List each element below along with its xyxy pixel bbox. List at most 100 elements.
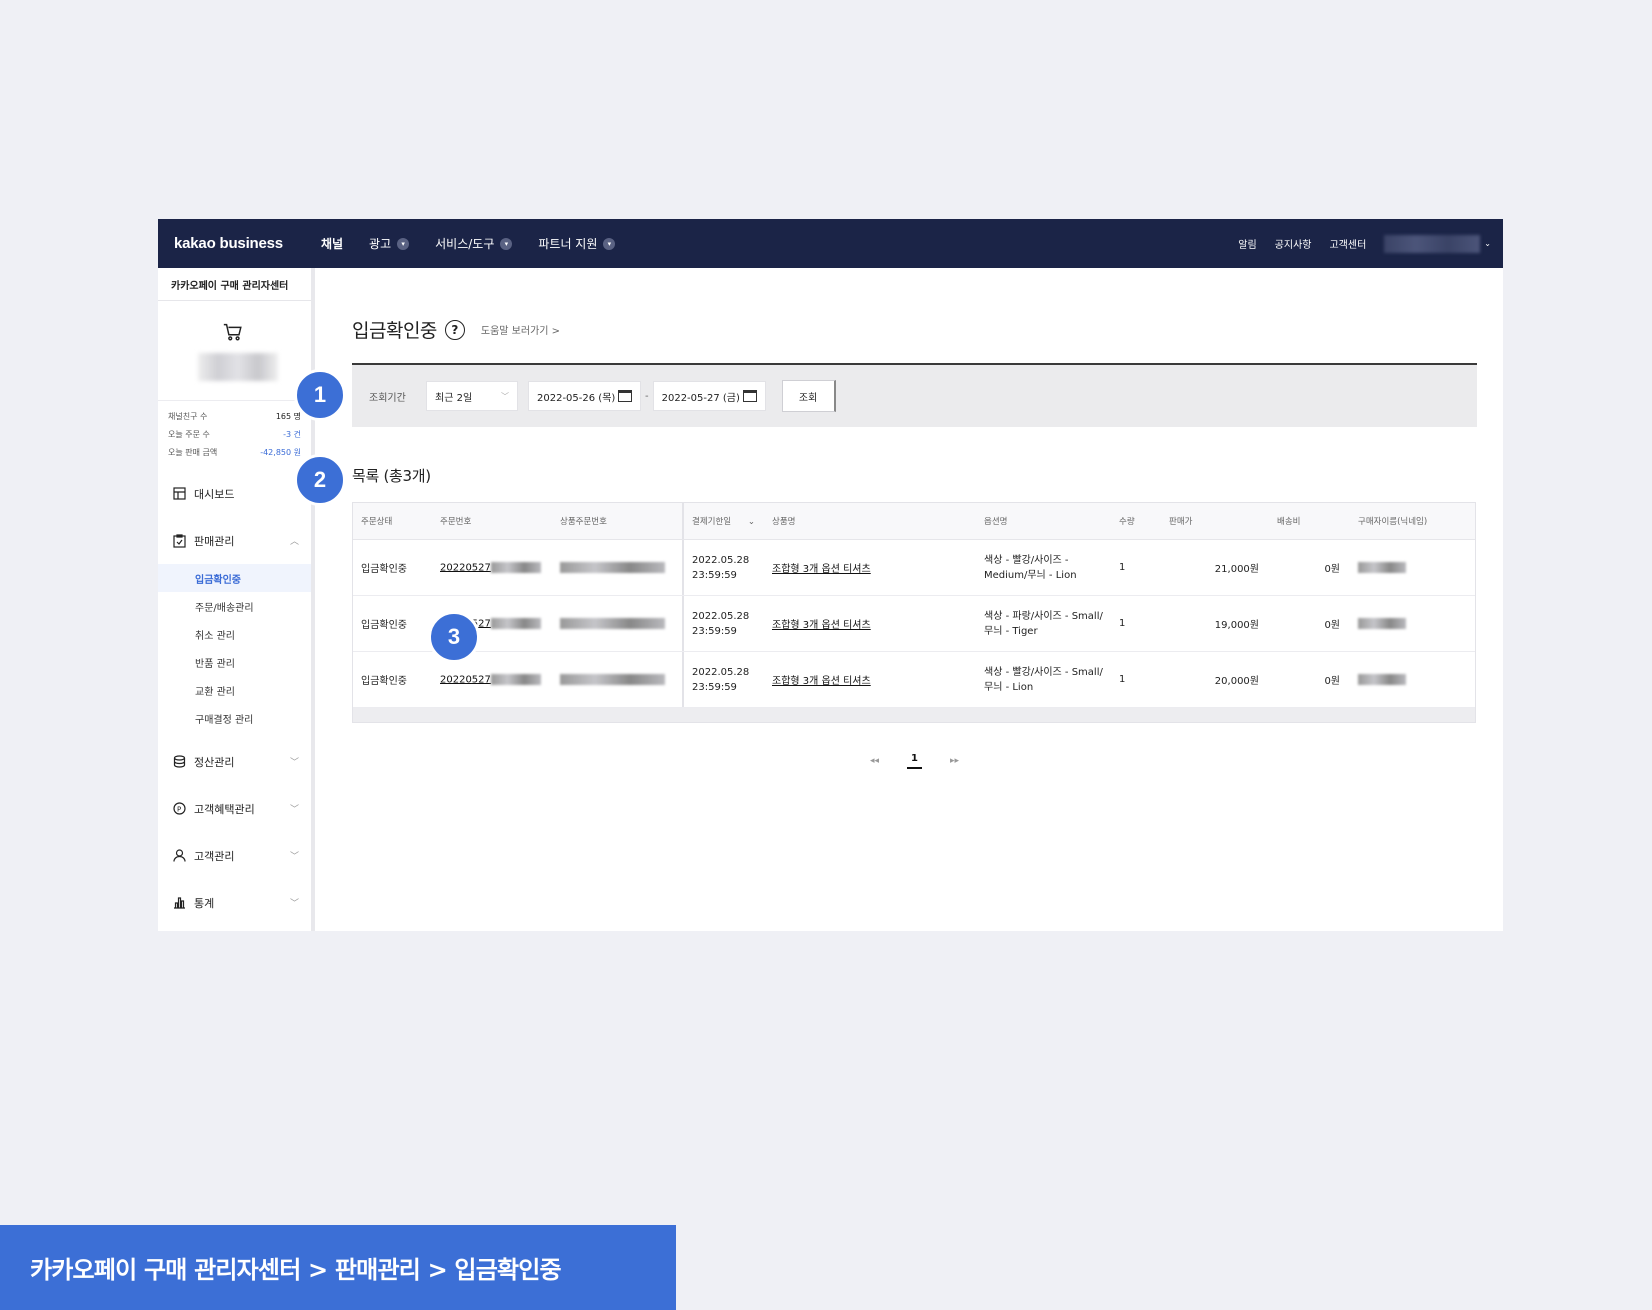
help-icon[interactable]: ? xyxy=(444,319,465,340)
product-name[interactable]: 조합형 3개 옵션 티셔츠 xyxy=(764,560,976,575)
nav-services-tools[interactable]: 서비스/도구 ▾ xyxy=(435,235,513,252)
option-name: 색상 - 파랑/사이즈 - Small/무늬 - Tiger xyxy=(984,610,1103,637)
end-date-picker[interactable]: 2022-05-27 (금) xyxy=(652,381,766,411)
sales-submenu: 입금확인중 주문/배송관리 취소 관리 반품 관리 교환 관리 구매결정 관리 xyxy=(158,564,311,738)
product-name[interactable]: 조합형 3개 옵션 티셔츠 xyxy=(764,616,976,631)
order-number[interactable]: 20220527 xyxy=(432,561,552,573)
order-status: 입금확인중 xyxy=(361,676,407,687)
table-row: 입금확인중 20220527 2022.05.2823:59:59 조합형 3개… xyxy=(353,540,1475,596)
page-number-current[interactable]: 1 xyxy=(907,753,922,769)
first-page-button[interactable]: ◂◂ xyxy=(870,756,879,766)
sidebar-item-settlement[interactable]: 정산관리 ﹀ xyxy=(158,738,311,785)
chevron-down-icon: ⌄ xyxy=(1484,239,1491,248)
sidebar-sub-exchange[interactable]: 교환 관리 xyxy=(158,676,311,704)
channel-profile xyxy=(158,301,311,401)
blurred-order-suffix xyxy=(490,673,541,685)
chevron-up-icon: ︿ xyxy=(289,537,299,547)
period-select[interactable]: 최근 2일 ﹀ xyxy=(426,381,518,411)
buyer-name xyxy=(1350,561,1475,574)
period-label: 조회기간 xyxy=(369,392,406,404)
sidebar-title: 카카오페이 구매 관리자센터 xyxy=(158,268,311,301)
product-name[interactable]: 조합형 3개 옵션 티셔츠 xyxy=(764,672,976,687)
sidebar-item-customer-benefit[interactable]: P 고객혜택관리 ﹀ xyxy=(158,785,311,832)
point-icon: P xyxy=(172,802,186,816)
blurred-buyer-name xyxy=(1358,617,1406,629)
account-menu[interactable]: ⌄ xyxy=(1384,234,1491,253)
clipboard-icon xyxy=(172,533,186,548)
breadcrumb-banner: 카카오페이 구매 관리자센터 > 판매관리 > 입금확인중 xyxy=(0,1225,676,1310)
orders-table: 주문상태 주문번호 상품주문번호 결제기한일 ⌄ 상품명 옵션명 수량 판매가 … xyxy=(352,502,1476,723)
buyer-name xyxy=(1350,617,1475,630)
col-price: 판매가 xyxy=(1169,517,1193,527)
table-row: 입금확인중 20220527 2022.05.2823:59:59 조합형 3개… xyxy=(353,652,1475,708)
col-option-name: 옵션명 xyxy=(984,517,1008,527)
sidebar-sub-order-shipping[interactable]: 주문/배송관리 xyxy=(158,592,311,620)
price: 20,000원 xyxy=(1214,676,1259,687)
sidebar-item-statistics[interactable]: 통계 ﹀ xyxy=(158,879,311,926)
sidebar-item-customer[interactable]: 고객관리 ﹀ xyxy=(158,832,311,879)
nav-channel[interactable]: 채널 xyxy=(321,235,343,252)
payment-deadline: 2022.05.28 23:59:59 xyxy=(692,554,750,581)
blurred-buyer-name xyxy=(1358,673,1406,685)
search-button[interactable]: 조회 xyxy=(781,380,836,412)
chevron-down-icon: ▾ xyxy=(397,237,410,250)
top-navigation-bar: kakao business 채널 광고 ▾ 서비스/도구 ▾ 파트너 지원 ▾ 알림… xyxy=(158,219,1503,268)
chevron-down-icon: ﹀ xyxy=(289,805,299,815)
quantity: 1 xyxy=(1119,618,1126,629)
dashboard-icon xyxy=(172,487,186,501)
nav-ads[interactable]: 광고 ▾ xyxy=(369,235,410,252)
calendar-icon xyxy=(618,390,632,402)
coin-stack-icon xyxy=(172,755,186,769)
buyer-name xyxy=(1350,673,1475,686)
product-order-number xyxy=(552,596,684,651)
product-order-number xyxy=(552,540,684,595)
col-order-number: 주문번호 xyxy=(440,517,472,527)
stat-sales-today: 오늘 판매 금액 -42,850 원 xyxy=(168,448,301,457)
step-badge-1: 1 xyxy=(294,369,346,421)
horizontal-scrollbar[interactable] xyxy=(353,708,1475,722)
person-icon xyxy=(172,849,186,863)
sidebar-item-dashboard[interactable]: 대시보드 xyxy=(158,470,311,517)
col-payment-deadline[interactable]: 결제기한일 ⌄ xyxy=(684,515,764,527)
nav-partner-support[interactable]: 파트너 지원 ▾ xyxy=(538,235,616,252)
option-name: 색상 - 빨강/사이즈 - Medium/무늬 - Lion xyxy=(984,554,1077,581)
kakao-business-logo[interactable]: kakao business xyxy=(174,235,283,252)
customer-center-link[interactable]: 고객센터 xyxy=(1329,236,1366,251)
col-product-name: 상품명 xyxy=(772,517,796,527)
start-date-picker[interactable]: 2022-05-26 (목) xyxy=(528,381,641,411)
search-filter-bar: 조회기간 최근 2일 ﹀ 2022-05-26 (목) - 2022-05-27… xyxy=(352,365,1477,427)
sidebar-sub-deposit-pending[interactable]: 입금확인중 xyxy=(158,564,311,592)
order-number[interactable]: 20220527 xyxy=(432,673,552,685)
sidebar-sub-purchase-decision[interactable]: 구매결정 관리 xyxy=(158,704,311,732)
last-page-button[interactable]: ▸▸ xyxy=(950,756,959,766)
blurred-channel-name xyxy=(198,353,278,381)
notifications-link[interactable]: 알림 xyxy=(1238,236,1256,251)
chevron-down-icon: ﹀ xyxy=(289,758,299,768)
admin-window: kakao business 채널 광고 ▾ 서비스/도구 ▾ 파트너 지원 ▾ 알림… xyxy=(158,219,1503,931)
notices-link[interactable]: 공지사항 xyxy=(1275,236,1312,251)
blurred-product-order-number xyxy=(560,618,665,629)
blurred-account-name xyxy=(1384,234,1481,253)
stat-friends: 채널친구 수 165 명 xyxy=(168,412,301,421)
sidebar-sub-return[interactable]: 반품 관리 xyxy=(158,648,311,676)
date-separator: - xyxy=(645,390,649,402)
order-status: 입금확인중 xyxy=(361,564,407,575)
col-order-status: 주문상태 xyxy=(361,517,393,527)
sidebar-item-sales[interactable]: 판매관리 ︿ xyxy=(158,517,311,564)
blurred-buyer-name xyxy=(1358,561,1406,573)
step-badge-3: 3 xyxy=(428,611,480,663)
price: 19,000원 xyxy=(1214,620,1259,631)
sort-chevron-icon: ⌄ xyxy=(747,517,755,527)
product-order-number xyxy=(552,652,684,707)
blurred-product-order-number xyxy=(560,674,665,685)
chevron-down-icon: ﹀ xyxy=(289,899,299,909)
col-shipping: 배송비 xyxy=(1277,517,1301,527)
help-link[interactable]: 도움말 보러가기 > xyxy=(481,322,560,337)
payment-deadline: 2022.05.28 23:59:59 xyxy=(692,666,750,693)
sidebar-menu: 대시보드 판매관리 ︿ 입금확인중 주문/배송관리 취소 관리 반품 관리 교환… xyxy=(158,470,311,926)
list-title: 목록 (총3개) xyxy=(352,467,431,485)
option-name: 색상 - 빨강/사이즈 - Small/무늬 - Lion xyxy=(984,666,1103,693)
sidebar-sub-cancel[interactable]: 취소 관리 xyxy=(158,620,311,648)
table-header: 주문상태 주문번호 상품주문번호 결제기한일 ⌄ 상품명 옵션명 수량 판매가 … xyxy=(353,503,1475,540)
price: 21,000원 xyxy=(1214,564,1259,575)
